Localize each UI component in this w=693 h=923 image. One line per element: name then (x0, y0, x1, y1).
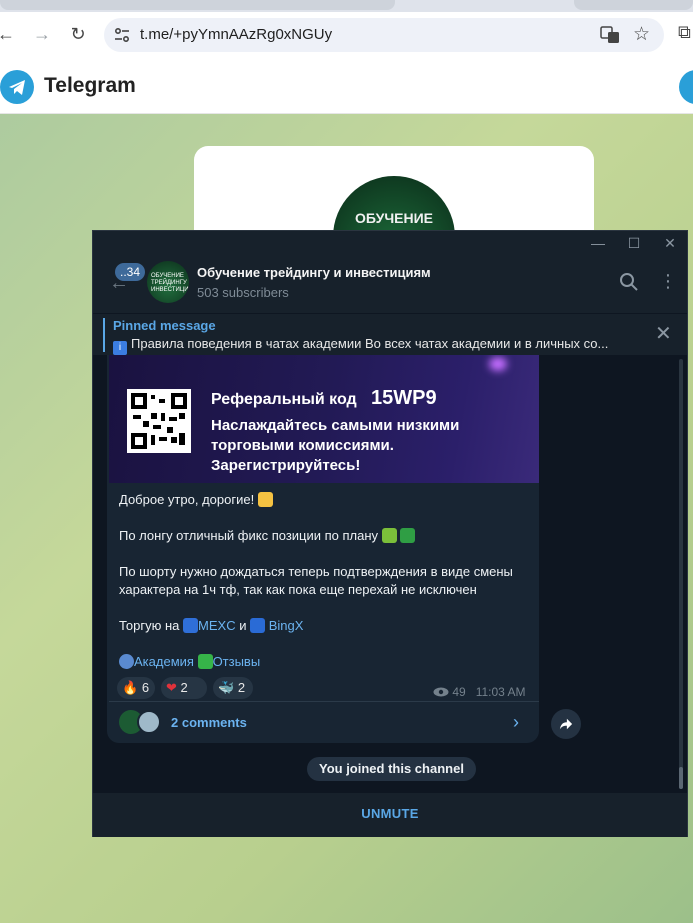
browser-toolbar: ← → ↻ t.me/+pyYmnAAzRg0xNGUy ☆ ⧉ (0, 12, 693, 58)
scrollbar-track[interactable] (679, 359, 683, 789)
wave-hand-icon (257, 492, 273, 507)
post-image-banner[interactable]: Реферальный код 15WP9 Наслаждайтесь самы… (109, 355, 539, 483)
message-meta: 49 11:03 AM (433, 685, 526, 699)
banner-glow (489, 357, 507, 371)
message-list[interactable]: Реферальный код 15WP9 Наслаждайтесь самы… (93, 355, 687, 793)
reaction-count: 6 (141, 680, 150, 695)
open-app-button[interactable] (679, 70, 693, 104)
comments-link[interactable]: 2 comments (171, 715, 247, 730)
unmute-button[interactable]: UNMUTE (93, 806, 687, 821)
wechat-icon (197, 654, 213, 669)
money-bag-icon (381, 528, 397, 543)
reaction-fire[interactable]: 🔥 6 (117, 677, 155, 699)
mexc-link[interactable]: MEXC (198, 618, 236, 633)
telegram-logo-icon (0, 70, 34, 104)
views-eye-icon (433, 687, 449, 697)
globe-icon (119, 654, 134, 669)
back-arrow-icon[interactable]: ← (0, 22, 18, 46)
unread-badge: ..34 (115, 263, 146, 281)
mexc-logo-icon (183, 618, 199, 633)
scrollbar-thumb[interactable] (679, 767, 683, 789)
message-time: 11:03 AM (475, 685, 526, 699)
forward-arrow-icon[interactable]: → (30, 22, 54, 46)
chat-header: ← ..34 ОБУЧЕНИЕ ТРЕЙДИНГУ ИНВЕСТИЦИЯМ Об… (93, 255, 687, 313)
reviews-link[interactable]: Отзывы (213, 654, 261, 669)
share-arrow-icon (559, 718, 573, 730)
avatar-caption: ОБУЧЕНИЕ (355, 210, 433, 226)
reaction-count: 2 (180, 680, 188, 695)
banner-line-2: торговыми комиссиями. (211, 437, 394, 454)
banner-line-1: Наслаждайтесь самыми низкими (211, 417, 460, 434)
and-text: и (239, 618, 247, 633)
message-line: По лонгу отличный фикс позиции по плану (119, 527, 416, 545)
search-icon[interactable] (619, 272, 639, 292)
trade-prefix-text: Торгую на (119, 618, 180, 633)
close-window-icon[interactable]: ✕ (655, 233, 685, 253)
bingx-link[interactable]: BingX (269, 618, 304, 633)
message-line: Доброе утро, дорогие! (119, 491, 273, 509)
referral-code: 15WP9 (371, 387, 437, 409)
subscriber-count: 503 subscribers (197, 285, 289, 300)
bottom-bar: UNMUTE (93, 793, 687, 837)
fire-icon: 🔥 (122, 680, 139, 695)
pinned-indicator (103, 318, 105, 352)
channel-post[interactable]: Реферальный код 15WP9 Наслаждайтесь самы… (107, 355, 539, 743)
service-message: You joined this channel (307, 757, 476, 781)
academy-link[interactable]: Академия (134, 654, 194, 669)
channel-avatar[interactable]: ОБУЧЕНИЕ ТРЕЙДИНГУ ИНВЕСТИЦИЯМ (147, 261, 189, 303)
window-titlebar: — ☐ ✕ (93, 231, 687, 255)
view-count: 49 (452, 685, 466, 699)
browser-tab[interactable] (574, 0, 693, 10)
address-bar[interactable]: t.me/+pyYmnAAzRg0xNGUy ☆ (104, 18, 664, 52)
share-button[interactable] (551, 709, 581, 739)
qr-code (127, 389, 191, 453)
checkmark-icon (400, 528, 416, 543)
long-text: По лонгу отличный фикс позиции по плану (119, 528, 379, 543)
channel-title[interactable]: Обучение трейдингу и инвестициям (197, 265, 431, 280)
more-menu-icon[interactable]: ⋮ (659, 271, 677, 291)
tab-strip (0, 0, 693, 12)
extensions-icon[interactable]: ⧉ (678, 22, 691, 43)
minimize-icon[interactable]: — (583, 233, 613, 253)
message-line: По шорту нужно дождаться теперь подтверж… (119, 564, 513, 579)
reaction-heart[interactable]: ❤ 2 (161, 677, 207, 699)
bookmark-star-icon[interactable]: ☆ (633, 23, 650, 46)
comments-bar[interactable]: 2 comments › (109, 701, 539, 743)
banner-line-3: Зарегистрируйтесь! (211, 457, 361, 474)
message-line: Академия Отзывы (119, 653, 260, 671)
qr-code-icon (131, 393, 187, 449)
info-icon: i (113, 341, 127, 355)
browser-tab[interactable] (0, 0, 395, 10)
brand-title: Telegram (44, 74, 136, 97)
message-line: характера на 1ч тф, так как пока еще пер… (119, 582, 477, 597)
commenter-avatar (137, 710, 161, 734)
whale-icon: 🐳 (218, 680, 235, 695)
reaction-whale[interactable]: 🐳 2 (213, 677, 253, 699)
pinned-text: Правила поведения в чатах академии Во вс… (131, 336, 609, 351)
pinned-text-row: i Правила поведения в чатах академии Во в… (113, 336, 633, 355)
heart-icon: ❤ (166, 680, 177, 695)
bingx-logo-icon (250, 618, 266, 633)
channel-avatar-caption: ОБУЧЕНИЕ ТРЕЙДИНГУ ИНВЕСТИЦИЯМ (151, 273, 189, 293)
chevron-right-icon[interactable]: › (513, 712, 519, 732)
maximize-icon[interactable]: ☐ (619, 233, 649, 253)
greeting-text: Доброе утро, дорогие! (119, 492, 255, 507)
pinned-message-bar[interactable]: Pinned message i Правила поведения в чата… (93, 313, 687, 355)
referral-label: Реферальный код (211, 391, 357, 408)
telegram-window: — ☐ ✕ ← ..34 ОБУЧЕНИЕ ТРЕЙДИНГУ ИНВЕСТИЦ… (92, 230, 688, 837)
telegram-web-header: Telegram (0, 58, 693, 114)
message-line: Торгую на MEXC и BingX (119, 617, 303, 635)
translate-icon[interactable] (600, 26, 620, 44)
reaction-count: 2 (237, 680, 246, 695)
site-settings-icon[interactable] (112, 25, 132, 45)
url-text[interactable]: t.me/+pyYmnAAzRg0xNGUy (140, 26, 332, 43)
reload-icon[interactable]: ↻ (66, 22, 90, 46)
close-pinned-icon[interactable]: ✕ (655, 324, 672, 344)
pinned-title: Pinned message (113, 318, 216, 333)
